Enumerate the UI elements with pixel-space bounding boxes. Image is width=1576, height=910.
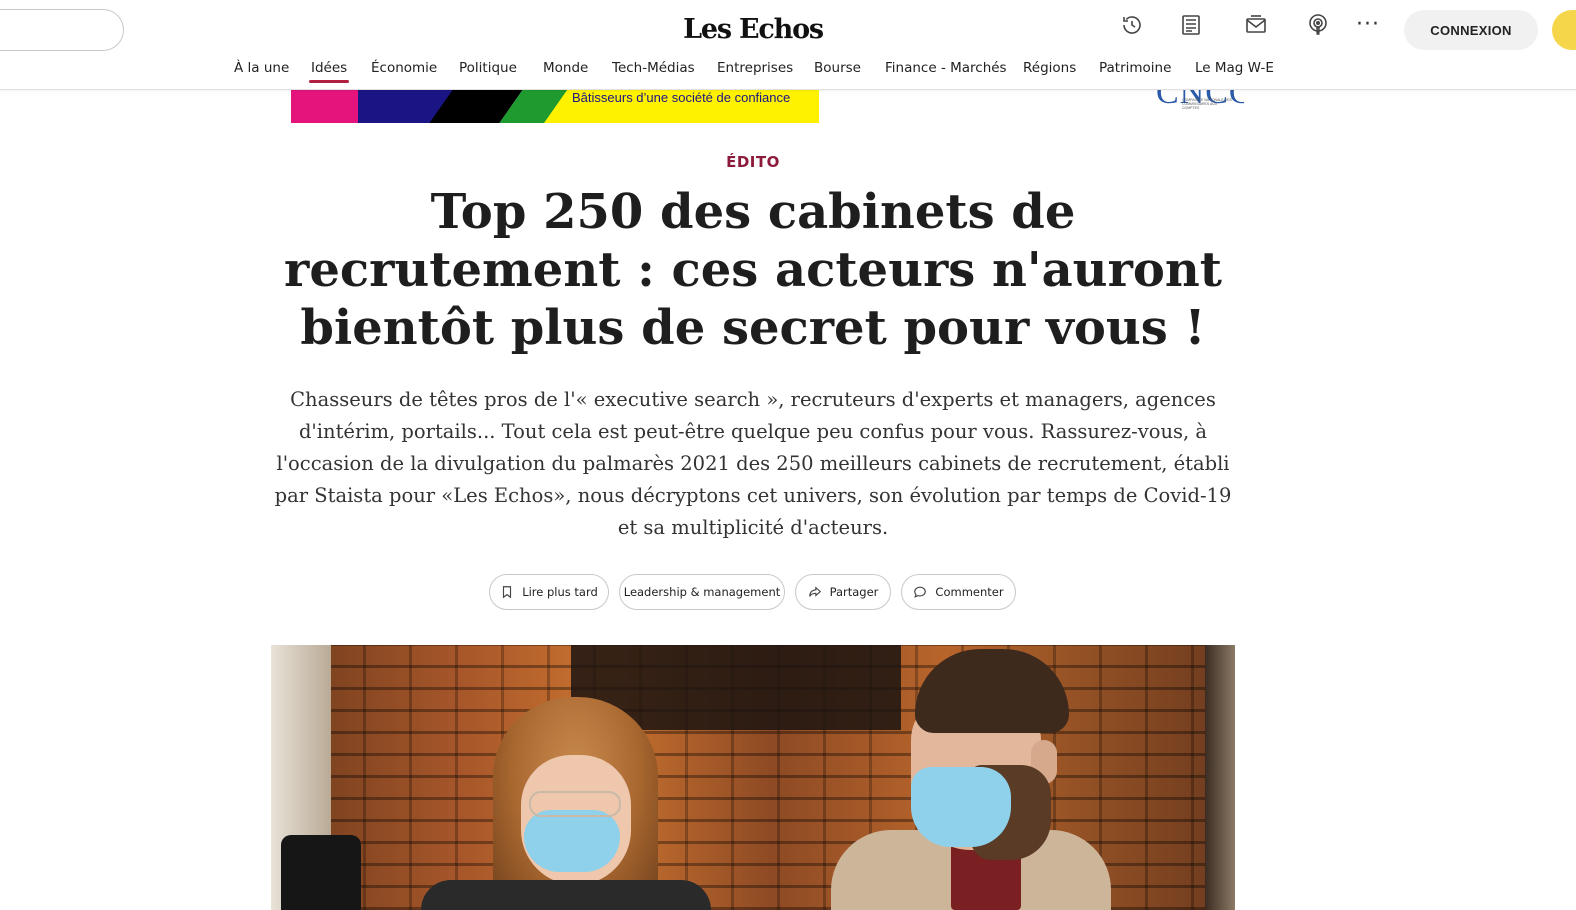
article-kicker[interactable]: ÉDITO: [0, 153, 1506, 171]
main-nav: À la une Idées Économie Politique Monde …: [0, 60, 1576, 83]
ad-text: Bâtisseurs d’une société de confiance: [572, 90, 791, 105]
avatar[interactable]: [1552, 10, 1576, 50]
article-lead: Chasseurs de têtes pros de l'« executive…: [274, 388, 1232, 539]
nav-item-regions[interactable]: Régions: [1023, 60, 1076, 76]
nav-item-entreprises[interactable]: Entreprises: [717, 60, 793, 76]
comment-icon: [914, 586, 927, 598]
cncc-logo-subtext: Compagnie nationale des commissaires aux…: [1182, 98, 1232, 110]
article-title: Top 250 des cabinets de recrutement : ce…: [284, 184, 1222, 356]
nav-item-monde[interactable]: Monde: [543, 60, 588, 76]
photo-window: [1205, 645, 1235, 910]
nav-item-le-mag-we[interactable]: Le Mag W-E: [1195, 60, 1274, 76]
nav-item-finance-marches[interactable]: Finance - Marchés: [885, 60, 1007, 76]
comment-button[interactable]: Commenter: [901, 574, 1016, 610]
ad-stripe: [291, 90, 358, 123]
article-hero-image: [271, 645, 1235, 910]
photo-man-mask: [911, 767, 1011, 847]
nav-item-bourse[interactable]: Bourse: [814, 60, 861, 76]
connexion-button[interactable]: CONNEXION: [1404, 10, 1538, 50]
read-later-button[interactable]: Lire plus tard: [489, 574, 609, 610]
nav-item-idees[interactable]: Idées: [308, 60, 350, 83]
read-later-label: Lire plus tard: [522, 585, 598, 599]
comment-label: Commenter: [935, 585, 1004, 599]
ad-cncc-logo[interactable]: CNCC Compagnie nationale des commissaire…: [1152, 90, 1244, 118]
photo-woman-mask: [524, 810, 620, 872]
photo-chair: [281, 835, 361, 910]
photo-woman-glasses: [529, 791, 621, 817]
more-icon[interactable]: ···: [1356, 14, 1380, 36]
history-icon[interactable]: [1119, 12, 1145, 38]
nav-item-economie[interactable]: Économie: [371, 60, 437, 76]
ad-banner[interactable]: Bâtisseurs d’une société de confiance: [291, 90, 819, 123]
share-icon: [808, 586, 821, 597]
share-label: Partager: [829, 585, 879, 599]
photo-woman-top: [421, 880, 711, 910]
site-logo[interactable]: Les Echos: [0, 14, 1506, 45]
nav-item-patrimoine[interactable]: Patrimoine: [1099, 60, 1171, 76]
nav-item-politique[interactable]: Politique: [459, 60, 517, 76]
mail-icon[interactable]: [1243, 12, 1269, 38]
nav-item-a-la-une[interactable]: À la une: [234, 60, 289, 76]
newspaper-icon[interactable]: [1178, 12, 1204, 38]
bookmark-icon: [503, 586, 512, 599]
site-header: Les Echos ··· CONNEXION À la une Idées É…: [0, 0, 1576, 90]
podcast-icon[interactable]: [1305, 12, 1331, 38]
topic-tag-label: Leadership & management: [623, 585, 781, 599]
share-button[interactable]: Partager: [795, 574, 891, 610]
nav-item-tech-medias[interactable]: Tech-Médias: [612, 60, 695, 76]
topic-tag-button[interactable]: Leadership & management: [619, 574, 785, 610]
